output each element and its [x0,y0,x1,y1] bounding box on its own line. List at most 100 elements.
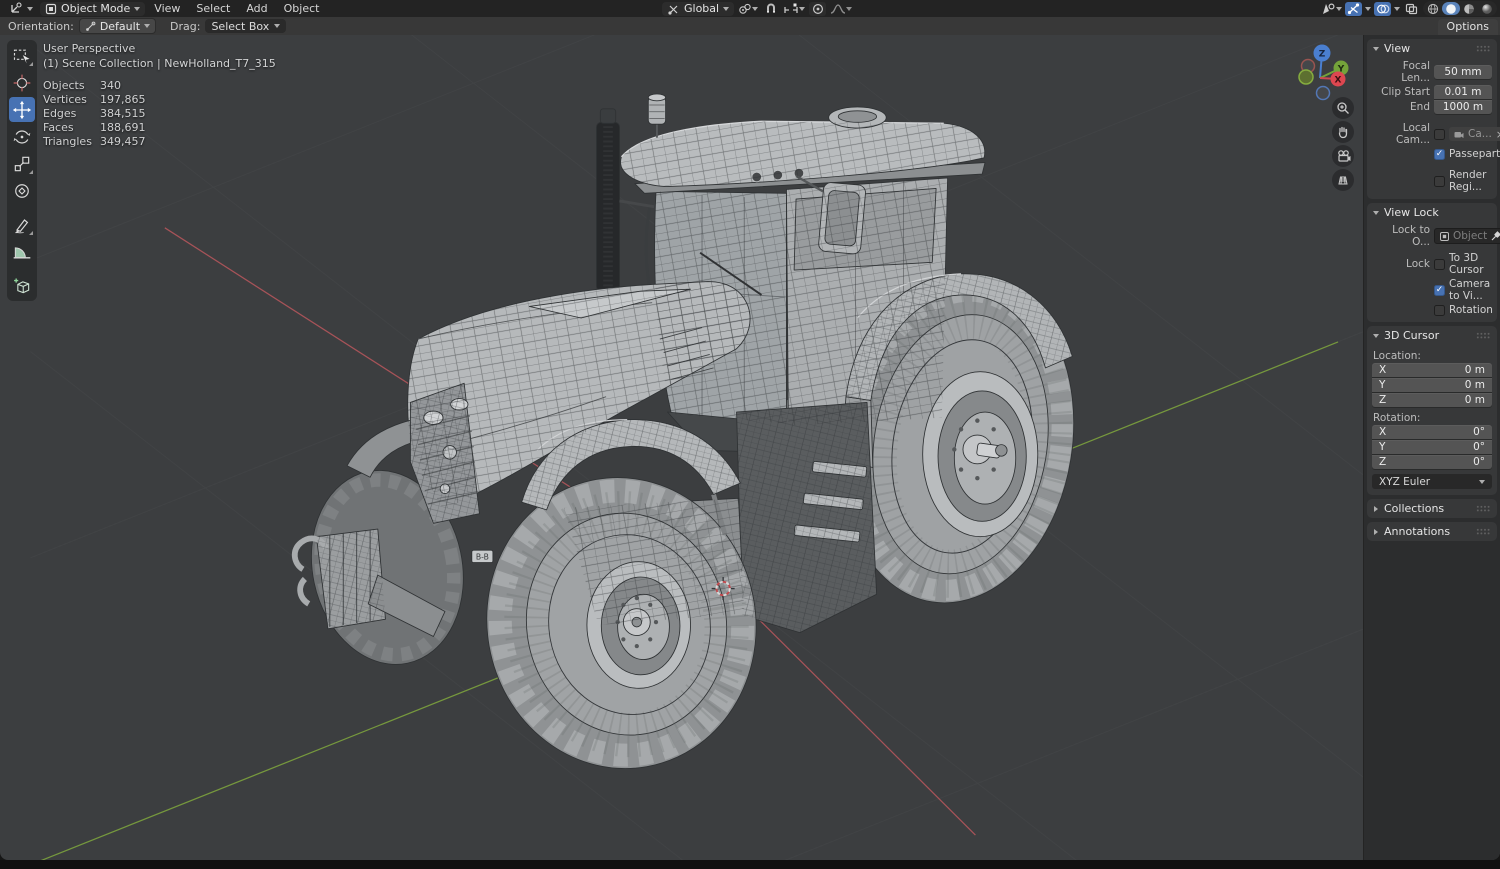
viewport-3d-scene[interactable]: B-B [0,35,1500,860]
object-visibility-dropdown[interactable] [1321,2,1342,16]
render-region-checkbox[interactable] [1434,175,1445,187]
lock-to-object-field[interactable]: Object [1434,228,1500,244]
camera-to-view-checkbox[interactable]: ✓ [1434,284,1445,296]
rotate-icon [13,130,31,143]
panel-view-lock-header[interactable]: View Lock [1367,203,1497,222]
panel-annotations-header[interactable]: Annotations [1367,522,1497,541]
snap-target-dropdown[interactable] [783,2,806,16]
focal-length-field[interactable]: 50 mm [1434,65,1492,79]
tool-scale[interactable] [9,151,35,176]
chevron-down-icon[interactable] [1365,6,1371,11]
passepartout-checkbox[interactable]: ✓ [1434,148,1445,160]
lock-rotation-label: Rotation [1449,304,1493,316]
tool-measure[interactable] [9,239,35,264]
panel-3d-cursor: 3D Cursor Location: X 0 m Y 0 m Z 0 m Ro… [1367,326,1497,495]
clip-end-field[interactable]: 1000 m [1434,100,1492,114]
gizmo-axis-x[interactable]: X [1330,71,1346,87]
cursor-location-x-field[interactable]: X 0 m [1372,363,1492,377]
tool-box-select[interactable] [9,43,35,68]
falloff-dropdown[interactable] [830,2,853,16]
editor-type-dropdown[interactable] [4,2,38,16]
tool-transform[interactable] [9,178,35,203]
clip-start-field[interactable]: 0.01 m [1434,85,1492,99]
shading-wireframe-button[interactable] [1424,2,1442,15]
camera-view-button[interactable] [1332,145,1354,167]
cursor-rotation-z-field[interactable]: Z 0° [1372,455,1492,469]
xray-toggle[interactable] [1403,2,1420,16]
pivot-point-dropdown[interactable] [738,2,759,16]
gizmo-axis-z[interactable]: Z [1313,44,1331,62]
shading-material-button[interactable] [1460,2,1478,15]
panel-drag-grip[interactable] [1476,332,1491,339]
drag-mode-dropdown[interactable]: Select Box [205,19,287,33]
chevron-down-icon[interactable] [1394,6,1400,11]
clear-icon[interactable]: × [1496,129,1500,140]
tool-settings-bar: Orientation: Default Drag: Select Box Op… [0,17,1500,35]
topbar-right [1321,0,1497,17]
menu-select[interactable]: Select [189,2,237,16]
rotation-mode-dropdown[interactable]: XYZ Euler [1372,474,1492,489]
cursor-rotation-x-field[interactable]: X 0° [1372,425,1492,439]
tractor-model[interactable]: B-B [291,93,1097,790]
show-overlays-toggle[interactable] [1374,1,1391,16]
axis-label: Z [1379,456,1387,468]
tool-annotate[interactable] [9,212,35,237]
panel-drag-grip[interactable] [1476,505,1491,512]
zoom-button[interactable] [1332,97,1354,119]
lock-rotation-checkbox[interactable] [1434,304,1445,316]
panel-drag-grip[interactable] [1476,528,1491,535]
local-camera-field[interactable]: Ca... × [1449,127,1500,141]
perspective-toggle-button[interactable] [1332,169,1354,191]
menu-view[interactable]: View [147,2,187,16]
orientation-default-dropdown[interactable]: Default [78,18,157,34]
menu-object[interactable]: Object [277,2,327,16]
gizmo-neg-z[interactable] [1315,85,1331,101]
camera-view-icon [1337,150,1350,162]
rotation-mode-value: XYZ Euler [1379,475,1431,488]
orientation-axis-icon [668,5,678,15]
panel-3d-cursor-header[interactable]: 3D Cursor [1367,326,1497,345]
tool-move[interactable] [9,97,35,122]
chevron-down-icon [1373,46,1379,51]
cursor-location-y-field[interactable]: Y 0 m [1372,378,1492,392]
subtool-indicator [29,62,33,66]
proportional-editing-toggle[interactable] [809,1,827,16]
eyedropper-icon[interactable] [1491,231,1500,241]
tool-cursor[interactable] [9,70,35,95]
chevron-down-icon [27,6,33,11]
panel-drag-grip[interactable] [1476,45,1491,52]
options-button[interactable]: Options [1437,19,1498,35]
cursor-rotation-y-field[interactable]: Y 0° [1372,440,1492,454]
lock-to-object-placeholder: Object [1453,230,1488,242]
snap-toggle[interactable] [762,2,779,16]
topbar: Object Mode View Select Add Object Globa… [0,0,1500,17]
gizmo-neg-y[interactable] [1298,69,1314,85]
axis-value: 0 m [1464,394,1485,406]
chevron-down-icon [799,6,806,11]
shading-solid-button[interactable] [1442,2,1460,15]
panel-annotations: Annotations [1367,522,1497,541]
local-camera-checkbox[interactable] [1434,128,1445,140]
panel-view-header[interactable]: View [1367,39,1497,58]
cursor-icon [13,74,31,91]
panel-view: View Focal Len... 50 mm Clip Start 0.01 … [1367,39,1500,199]
mode-dropdown[interactable]: Object Mode [40,1,146,16]
shading-rendered-button[interactable] [1478,2,1496,15]
pan-button[interactable] [1332,121,1354,143]
to-3d-cursor-checkbox[interactable] [1434,258,1445,270]
object-data-icon [1440,231,1449,241]
panel-view-lock: View Lock Lock to O... Object Lock To 3D… [1367,203,1500,322]
chevron-down-icon [274,24,281,28]
tool-add-cube[interactable] [9,273,35,298]
menu-add[interactable]: Add [239,2,274,16]
tool-rotate[interactable] [9,124,35,149]
show-gizmo-toggle[interactable] [1345,1,1362,16]
subtool-indicator [29,170,33,174]
panel-title: View Lock [1384,206,1439,219]
chevron-right-icon [1374,505,1378,512]
view-controls [1332,97,1354,191]
cursor-location-z-field[interactable]: Z 0 m [1372,393,1492,407]
panel-collections-header[interactable]: Collections [1367,499,1497,518]
axis-label: X [1379,364,1387,376]
transform-orientation-dropdown[interactable]: Global [662,1,735,16]
